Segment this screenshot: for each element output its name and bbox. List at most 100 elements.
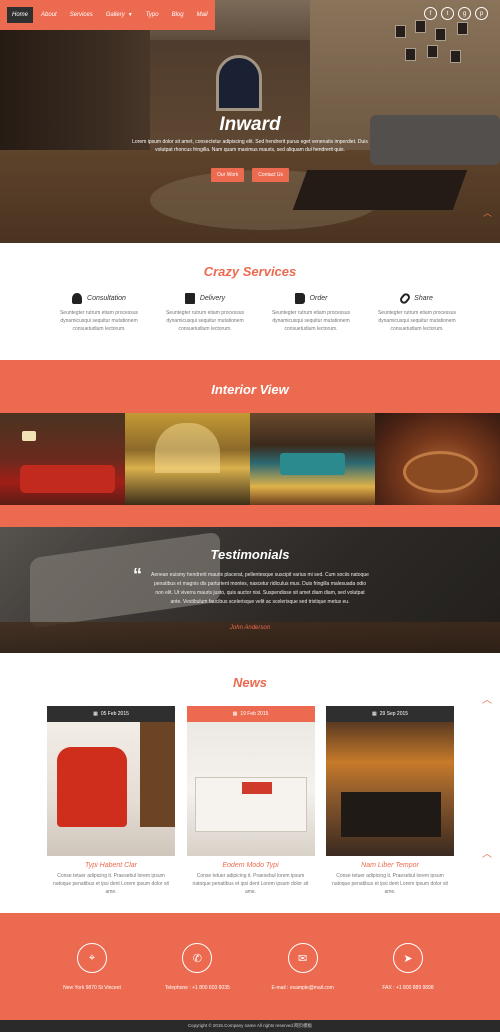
- service-label: Consultation: [87, 295, 126, 302]
- envelope-icon: ✉: [287, 943, 318, 973]
- service-item-delivery: Delivery Seuntegter rutrum etiam process…: [156, 293, 254, 333]
- contact-text: FAX : +1 800 889 9898: [382, 985, 434, 991]
- testimonials-title: Testimonials: [210, 547, 290, 562]
- nav-services[interactable]: Services: [70, 12, 93, 18]
- contact-text: Telephone : +1 800 603 6035: [164, 985, 230, 991]
- service-item-consultation: Consultation Seuntegter rutrum etiam pro…: [50, 293, 148, 333]
- contact-item-phone: ✆ Telephone : +1 800 603 6035: [147, 943, 247, 991]
- service-item-order: Order Seuntegter rutrum etiam processus …: [262, 293, 360, 333]
- news-title: News: [233, 675, 267, 690]
- testimonial-quote: Aenean euismy hendrerit mauris placerat,…: [151, 572, 369, 605]
- service-label: Order: [309, 295, 328, 302]
- gallery-image-hall[interactable]: [125, 413, 250, 505]
- google-plus-icon[interactable]: g: [458, 7, 471, 20]
- nav-gallery[interactable]: Gallery ▼: [106, 12, 133, 18]
- testimonials-section: Testimonials “ Aenean euismy hendrerit m…: [0, 527, 500, 653]
- top-bar: Home About Services Gallery ▼ Typo Blog M…: [0, 0, 500, 30]
- nav-gallery-label: Gallery: [105, 12, 125, 18]
- hero-title: Inward: [219, 114, 281, 135]
- send-icon: ➤: [392, 943, 423, 973]
- main-nav: Home About Services Gallery ▼ Typo Blog M…: [0, 0, 215, 30]
- contact-section: ⌖ New York 9870 St Vincent ✆ Telephone :…: [0, 913, 500, 1032]
- nav-blog[interactable]: Blog: [172, 12, 184, 18]
- service-head: Share: [368, 291, 466, 306]
- interior-view-section: Interior View: [0, 360, 500, 527]
- nav-home[interactable]: Home: [7, 7, 34, 23]
- news-image[interactable]: [186, 722, 315, 856]
- contact-item-email: ✉ E-mail : example@mail.com: [253, 943, 353, 991]
- red-sofa-shape: [20, 465, 115, 493]
- lamp-shape: [22, 431, 36, 441]
- scroll-up-icon[interactable]: ︿: [483, 206, 492, 219]
- news-card-title[interactable]: Nam Liber Tempor: [326, 862, 454, 869]
- news-card[interactable]: ▦ 29 Sep 2015 Nam Liber Tempor Conse tetu…: [326, 706, 454, 896]
- contact-item-fax: ➤ FAX : +1 800 889 9898: [358, 943, 458, 991]
- contact-text[interactable]: E-mail : example@mail.com: [253, 985, 353, 991]
- service-label: Delivery: [199, 295, 226, 302]
- shopping-bag-icon: [184, 293, 195, 304]
- calendar-icon: ▦: [371, 711, 377, 717]
- service-head: Order: [262, 293, 360, 304]
- nav-typo[interactable]: Typo: [146, 12, 159, 18]
- service-text: Seuntegter rutrum etiam processus dynami…: [271, 310, 351, 332]
- news-date: 19 Feb 2015: [240, 711, 269, 717]
- contact-us-button[interactable]: Contact Us: [252, 168, 290, 182]
- quote-icon: “: [133, 565, 142, 585]
- chevron-up-icon[interactable]: ︿: [482, 691, 492, 706]
- facebook-icon[interactable]: f: [424, 7, 437, 20]
- service-text: Seuntegter rutrum etiam processus dynami…: [165, 310, 245, 332]
- social-links: f t g p: [424, 7, 488, 20]
- gallery-image-living-room[interactable]: [0, 413, 125, 505]
- calendar-icon: ▦: [232, 711, 238, 717]
- hero-text: Lorem ipsum dolor sit amet, consectetur …: [132, 139, 368, 153]
- gallery-image-sink[interactable]: [375, 413, 500, 505]
- news-card-text: Conse tetuer adipicing it. Praesebul lor…: [53, 873, 169, 895]
- bed-shape: [280, 453, 345, 475]
- news-image[interactable]: [47, 722, 175, 856]
- chevron-down-icon: ▼: [127, 12, 133, 18]
- pinterest-icon[interactable]: p: [475, 7, 488, 20]
- news-card-title[interactable]: Eodem Modo Typi: [187, 862, 315, 869]
- hero-banner: Home About Services Gallery ▼ Typo Blog M…: [0, 0, 500, 243]
- contact-text: New York 9870 St Vincent: [63, 985, 121, 991]
- hero-buttons: Our Work Contact Us: [0, 168, 500, 182]
- our-work-button[interactable]: Our Work: [210, 168, 245, 182]
- interior-gallery: [0, 413, 500, 505]
- calendar-icon: ▦: [93, 711, 98, 717]
- nav-about[interactable]: About: [41, 12, 57, 18]
- contact-list: ⌖ New York 9870 St Vincent ✆ Telephone :…: [42, 943, 458, 991]
- news-card[interactable]: ▦ 19 Feb 2015 Eodem Modo Typi Conse tetue…: [186, 706, 315, 896]
- link-icon: [398, 291, 412, 306]
- arch-shape: [155, 423, 220, 473]
- interior-view-title: Interior View: [211, 382, 289, 397]
- services-list: Consultation Seuntegter rutrum etiam pro…: [50, 291, 466, 333]
- services-title: Crazy Services: [203, 264, 297, 279]
- news-date-bar: ▦ 29 Sep 2015: [326, 706, 454, 722]
- service-label: Share: [414, 295, 433, 302]
- nav-mail[interactable]: Mail: [197, 12, 208, 18]
- bookshelf-shape: [140, 722, 175, 827]
- news-date: 29 Sep 2015: [379, 711, 409, 717]
- service-head: Delivery: [156, 293, 254, 304]
- news-card-title[interactable]: Typi Habent Clar: [47, 862, 175, 869]
- gallery-image-bedroom[interactable]: [250, 413, 375, 505]
- services-section: Crazy Services Consultation Seuntegter r…: [0, 243, 500, 360]
- news-card[interactable]: ▦ 05 Feb 2015 Typi Habent Clar Conse tetu…: [47, 706, 175, 896]
- service-text: Seuntegter rutrum etiam processus dynami…: [377, 310, 457, 332]
- news-date-bar: ▦ 05 Feb 2015: [47, 706, 175, 722]
- armchair-shape: [57, 747, 127, 827]
- service-text: Seuntegter rutrum etiam processus dynami…: [59, 310, 139, 332]
- twitter-icon[interactable]: t: [441, 7, 454, 20]
- pillow-shape: [241, 782, 272, 794]
- service-head: Consultation: [50, 293, 148, 304]
- news-card-text: Conse tetuer adipicing it. Praesebul lor…: [192, 873, 309, 895]
- chevron-up-icon[interactable]: ︿: [482, 845, 492, 860]
- sink-shape: [403, 451, 478, 493]
- map-marker-icon: ⌖: [77, 943, 107, 973]
- service-item-share: Share Seuntegter rutrum etiam processus …: [368, 291, 466, 333]
- footer-copyright: Copyright © 2015.Company name All rights…: [0, 1020, 500, 1032]
- news-card-text: Conse tetuer adipicing it. Praesebul lor…: [332, 873, 448, 895]
- testimonial-author: John Anderson: [229, 625, 271, 631]
- contact-item-address: ⌖ New York 9870 St Vincent: [42, 943, 142, 991]
- news-image[interactable]: [326, 722, 454, 856]
